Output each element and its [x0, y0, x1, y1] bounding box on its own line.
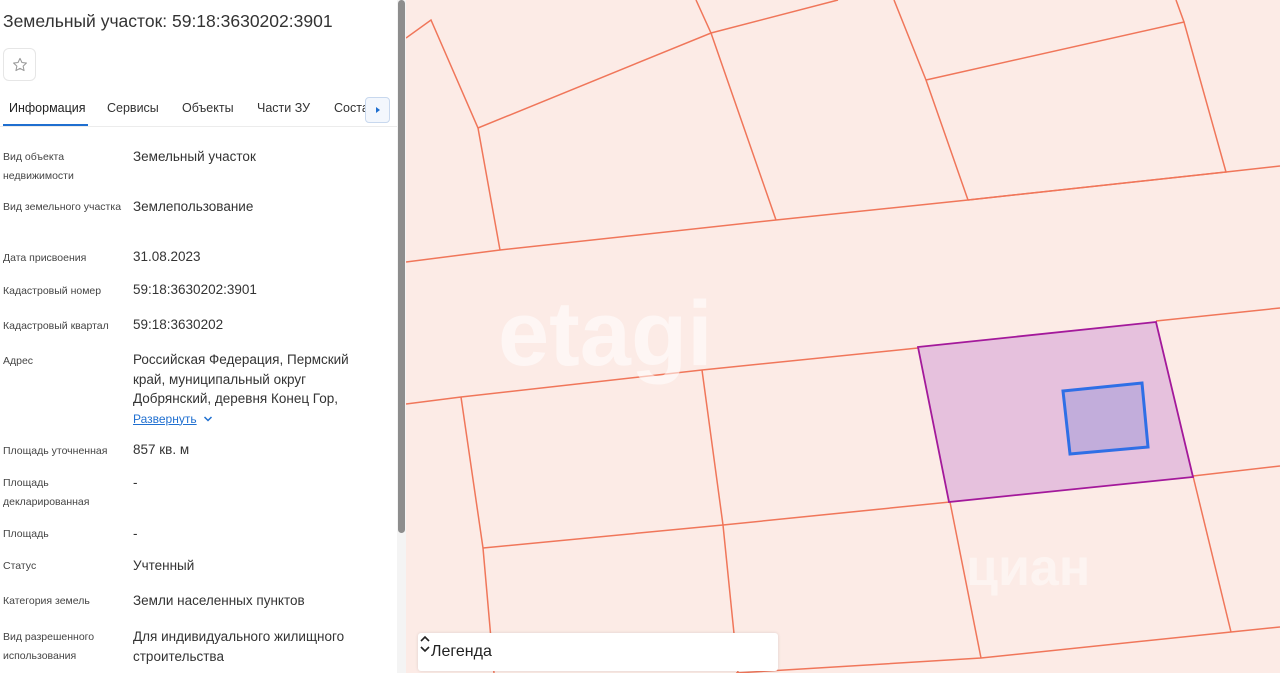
scrollbar-thumb[interactable]: [398, 0, 405, 533]
detail-label: Вид земельного участка: [3, 201, 122, 213]
tab-information[interactable]: Информация: [9, 101, 86, 115]
tab-bar: Информация Сервисы Объекты Части ЗУ Сост…: [0, 90, 397, 127]
detail-value: Земельный участок: [133, 149, 256, 164]
page-title: Земельный участок: 59:18:3630202:3901: [3, 11, 333, 31]
selected-parcel[interactable]: [916, 321, 1195, 503]
etagi-watermark: etagi: [498, 283, 713, 385]
tabs-next-button[interactable]: [365, 97, 390, 123]
tab-objects[interactable]: Объекты: [182, 101, 234, 115]
detail-label: Категория земель: [3, 595, 90, 607]
detail-value: 59:18:3630202: [133, 317, 224, 332]
detail-label: Кадастровый номер: [3, 285, 102, 297]
cadastral-map[interactable]: etagi циан Легенда: [406, 0, 1280, 673]
tab-composition[interactable]: Соста: [334, 101, 369, 115]
detail-label: Статус: [3, 560, 37, 572]
chevron-down-icon: [203, 416, 212, 422]
detail-label: Вид объекта недвижимости: [3, 151, 74, 182]
legend-dropdown[interactable]: Легенда: [418, 633, 778, 671]
address-text: Российская Федерация, Пермский край, мун…: [133, 352, 349, 406]
detail-label: Площадь уточненная: [3, 445, 108, 457]
cian-watermark: циан: [966, 539, 1090, 597]
detail-value: -: [133, 475, 138, 490]
expand-link[interactable]: Развернуть: [133, 410, 197, 430]
detail-value: 31.08.2023: [133, 249, 201, 264]
detail-label: Площадь декларированная: [3, 477, 90, 508]
detail-label: Площадь: [3, 528, 49, 540]
detail-label: Дата присвоения: [3, 252, 87, 264]
area-value: 857 кв. м: [133, 442, 190, 457]
detail-label: Вид разрешенного использования: [3, 631, 95, 662]
chevron-up-down-icon: [420, 635, 430, 653]
cadastral-number-value: 59:18:3630202:3901: [133, 282, 257, 297]
star-outline-icon: [12, 57, 27, 71]
detail-label: Адрес: [3, 355, 34, 367]
legend-label: Легенда: [431, 643, 492, 660]
active-tab-indicator: [3, 124, 88, 126]
address-expand-toggle[interactable]: Развернуть: [133, 410, 213, 430]
detail-value: Землепользование: [133, 199, 254, 214]
detail-value: Земли населенных пунктов: [133, 593, 305, 608]
favorite-button[interactable]: [3, 48, 36, 81]
detail-value: Для индивидуального жилищного строительс…: [133, 629, 345, 664]
detail-label: Кадастровый квартал: [3, 320, 109, 332]
building-footprint[interactable]: [1061, 381, 1150, 456]
tab-services[interactable]: Сервисы: [107, 101, 159, 115]
panel-scrollbar[interactable]: [397, 0, 406, 673]
status-value: Учтенный: [133, 558, 195, 573]
caret-right-icon: [375, 107, 380, 113]
tab-parts[interactable]: Части ЗУ: [257, 101, 310, 115]
info-panel: Земельный участок: 59:18:3630202:3901 Ин…: [0, 0, 397, 673]
address-value: Российская Федерация, Пермский край, мун…: [133, 350, 373, 429]
parcel-map-svg: etagi циан: [406, 0, 1280, 673]
detail-value: -: [133, 526, 138, 541]
